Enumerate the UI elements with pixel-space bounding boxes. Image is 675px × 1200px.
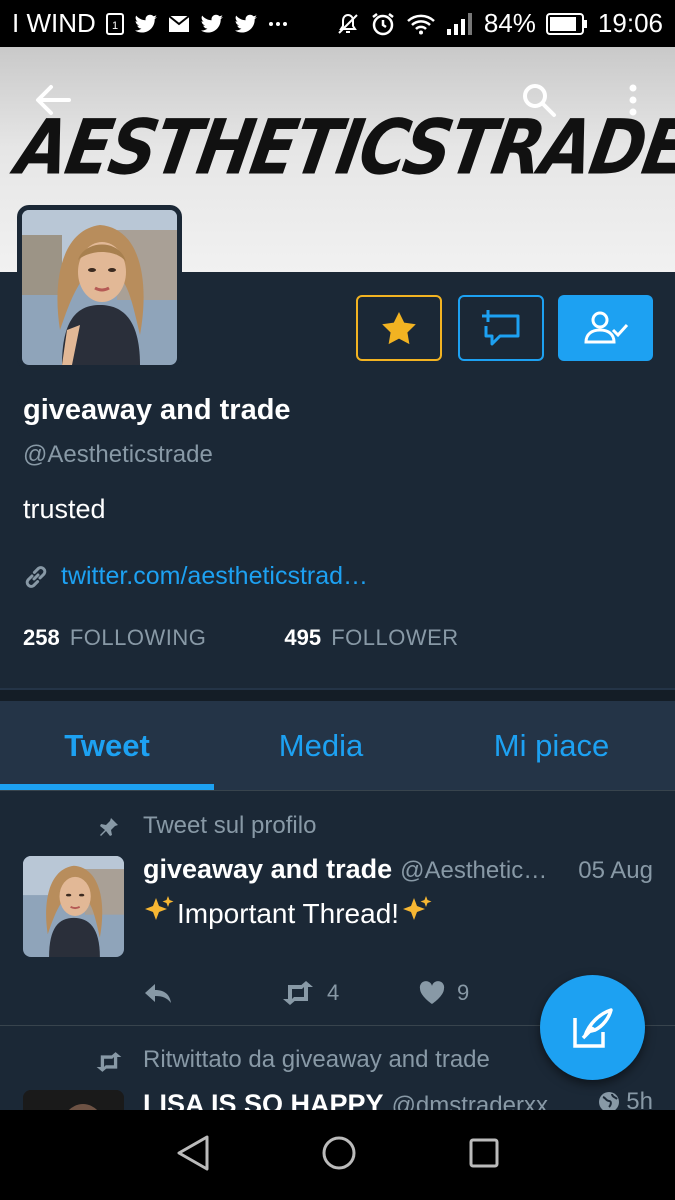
alarm-icon [370, 11, 396, 37]
tab-media[interactable]: Media [214, 701, 428, 791]
follower-label: FOLLOWER [331, 625, 459, 650]
tab-likes[interactable]: Mi piace [428, 701, 675, 791]
mail-icon [168, 14, 190, 33]
tweet-body: Important Thread! [177, 897, 400, 929]
following-button[interactable] [558, 295, 653, 361]
signal-icon [446, 12, 474, 36]
profile-stats: 258 FOLLOWING 495 FOLLOWER [23, 625, 459, 651]
tweet-time-wrap: 5h [598, 1088, 653, 1110]
tweet-context: Ritwittato da giveaway and trade [143, 1046, 490, 1073]
tweet-header: LISA IS SO HAPPY @dmstraderxx 5h [143, 1088, 653, 1110]
user-following-icon [583, 311, 628, 344]
like-count: 9 [457, 980, 470, 1005]
tweet-time: 5h [626, 1088, 653, 1110]
sparkles-emoji [143, 894, 175, 933]
circle-home-icon [322, 1136, 356, 1169]
following-label: FOLLOWING [69, 625, 207, 650]
retweet-count: 4 [327, 980, 340, 1005]
heart-icon [419, 981, 445, 1004]
system-navigation-bar [0, 1110, 675, 1200]
tweet-text: Important Thread! [143, 894, 433, 933]
globe-icon [599, 1092, 620, 1110]
pin-icon [95, 813, 123, 841]
arrow-left-icon [36, 85, 71, 115]
direct-message-button[interactable] [458, 295, 544, 361]
compose-icon [572, 1007, 613, 1048]
profile-tabs: Tweet Media Mi piace [0, 701, 675, 791]
following-count: 258 [23, 625, 60, 650]
notifications-favorite-button[interactable] [356, 295, 442, 361]
active-tab-indicator [0, 784, 214, 790]
retweet-icon [283, 981, 313, 1005]
status-bar: I WIND 1 84% 19:06 [0, 0, 675, 47]
retweet-context-icon [95, 1048, 123, 1076]
nav-recents-button[interactable] [468, 1137, 500, 1174]
tweet-header: giveaway and trade @Aesthetic… 05 Aug [143, 854, 653, 885]
tweet-avatar[interactable] [23, 1090, 124, 1110]
square-recents-icon [469, 1138, 499, 1167]
reply-icon [145, 984, 171, 1003]
twitter-notification-icon [234, 14, 258, 34]
mute-icon [336, 12, 360, 36]
search-button[interactable] [514, 75, 564, 125]
profile-avatar[interactable] [17, 205, 182, 370]
profile-name: giveaway and trade [23, 394, 291, 426]
star-icon [382, 312, 416, 345]
tweet-context: Tweet sul profilo [143, 812, 317, 839]
wifi-icon [406, 13, 436, 35]
tweet-handle[interactable]: @dmstraderxx [392, 1092, 548, 1110]
search-icon [523, 84, 556, 117]
tweet-author[interactable]: giveaway and trade [143, 854, 392, 885]
more-notifications-icon [268, 21, 288, 27]
sim-icon: 1 [105, 12, 124, 35]
compose-tweet-button[interactable] [540, 975, 645, 1080]
message-add-icon [482, 310, 520, 346]
follower-stat[interactable]: 495 FOLLOWER [284, 625, 458, 651]
banner-title: AESTHETICSTRADE [10, 103, 675, 192]
back-button[interactable] [28, 75, 78, 125]
link-icon [25, 565, 47, 588]
website-url[interactable]: twitter.com/aestheticstrad… [61, 562, 368, 591]
following-stat[interactable]: 258 FOLLOWING [23, 625, 206, 651]
section-divider [0, 688, 675, 701]
more-vert-icon [629, 84, 637, 116]
nav-home-button[interactable] [321, 1135, 357, 1176]
profile-handle: @Aestheticstrade [23, 441, 213, 468]
reply-button[interactable] [143, 981, 281, 1005]
more-button[interactable] [608, 75, 658, 125]
tab-tweet[interactable]: Tweet [0, 701, 214, 791]
triangle-back-icon [177, 1135, 209, 1170]
tweet-handle[interactable]: @Aesthetic… [400, 857, 547, 885]
retweet-button[interactable]: 4 [281, 980, 419, 1006]
tweet-avatar[interactable] [23, 856, 124, 957]
profile-website-link[interactable]: twitter.com/aestheticstrad… [23, 562, 368, 591]
clock: 19:06 [597, 8, 663, 38]
tweet-author[interactable]: LISA IS SO HAPPY [143, 1089, 384, 1110]
twitter-notification-icon [134, 14, 158, 34]
svg-text:1: 1 [112, 20, 118, 32]
tweet-time: 05 Aug [578, 857, 653, 884]
tweet-actions: 4 9 [143, 980, 469, 1006]
sparkles-emoji [401, 894, 433, 933]
twitter-notification-icon [200, 14, 224, 34]
battery-icon [545, 12, 588, 35]
follower-count: 495 [284, 625, 322, 650]
like-button[interactable]: 9 [419, 980, 469, 1006]
nav-back-button[interactable] [175, 1134, 211, 1177]
carrier-label: I WIND [12, 8, 96, 38]
battery-percent: 84% [483, 8, 536, 38]
profile-bio: trusted [23, 494, 106, 524]
